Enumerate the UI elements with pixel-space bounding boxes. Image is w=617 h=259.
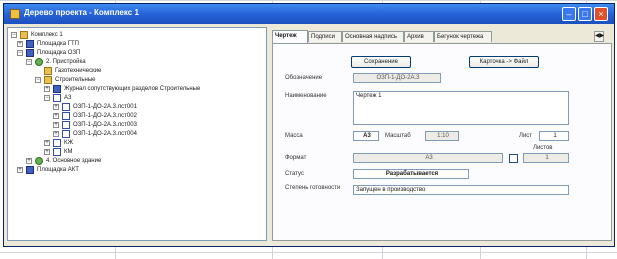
tree-node-label: ОЗП-1-ДО-2А.3.лст001	[73, 104, 137, 110]
expand-icon[interactable]: +	[44, 140, 50, 146]
tree-node-label: Газотехнические	[55, 68, 102, 74]
set-icon	[53, 139, 61, 147]
expand-icon[interactable]: +	[44, 86, 50, 92]
tab-title-block[interactable]: Основная надпись	[342, 31, 404, 42]
drawing-card: Сохранение Карточка -> Файл Обозначение …	[272, 43, 612, 241]
tab-drawing-runner[interactable]: Бегунок чертежа	[434, 31, 492, 42]
collapse-icon[interactable]: −	[26, 59, 32, 65]
readiness-field[interactable]: Запущен в производство	[353, 185, 569, 195]
tree-node-label: КЖ	[64, 140, 74, 146]
collapse-icon[interactable]: −	[11, 32, 17, 38]
status-label: Статус	[285, 171, 304, 177]
structure-icon	[35, 58, 43, 66]
designation-field[interactable]: ОЗП-1-ДО-2А.3	[353, 73, 441, 83]
tab-drawing[interactable]: Чертеж	[272, 30, 308, 43]
tree-node-label: 4. Основное здание	[46, 158, 102, 164]
tree-node-label: ОЗП-1-ДО-2А.3.лст004	[73, 131, 137, 137]
tab-scroll-arrows[interactable]: ◀▶	[594, 31, 604, 42]
tree-node-label: Площадка ОЗП	[37, 50, 81, 56]
folder-icon	[44, 76, 52, 84]
expand-icon[interactable]: +	[53, 131, 59, 137]
sheet-label: Лист	[519, 133, 533, 139]
grid-line	[0, 0, 617, 1]
collapse-icon[interactable]: −	[35, 77, 41, 83]
maximize-button[interactable]: □	[578, 7, 592, 21]
collapse-icon[interactable]: −	[44, 95, 50, 101]
expand-icon[interactable]: +	[53, 104, 59, 110]
tab-signatures[interactable]: Подписи	[308, 31, 342, 42]
scale-label: Масштаб	[385, 133, 411, 139]
scale-field[interactable]: 1:10	[425, 131, 459, 141]
tab-strip: Чертеж Подписи Основная надпись Архив Бе…	[272, 30, 612, 43]
sheet-number-field[interactable]: 1	[539, 131, 569, 141]
card-to-file-button[interactable]: Карточка -> Файл	[469, 56, 539, 68]
tree-node-label: Площадка ГТП	[37, 41, 79, 47]
sheet-format-field[interactable]: А3	[353, 131, 379, 141]
format-checkbox[interactable]	[509, 154, 518, 163]
grid-line	[0, 252, 617, 253]
tree-node-label: ОЗП-1-ДО-2А.3.лст003	[73, 122, 137, 128]
expand-icon[interactable]: +	[17, 167, 23, 173]
window-title: Дерево проекта - Комплекс 1	[24, 8, 139, 17]
project-tree[interactable]: − Комплекс 1 + Площадка ГТП − Площадка О…	[7, 27, 267, 241]
format-label: Формат	[285, 155, 307, 161]
format-field[interactable]: А3	[353, 153, 503, 163]
readiness-label: Степень готовности	[285, 185, 341, 191]
tree-node-label: Площадка АКТ	[37, 167, 79, 173]
drawing-icon	[62, 103, 70, 111]
tree-node-label: Журнал сопутствующих разделов Строительн…	[64, 86, 201, 92]
book-icon	[53, 85, 61, 93]
expand-icon[interactable]: +	[53, 122, 59, 128]
tree-node-label: КМ	[64, 149, 73, 155]
sheet-format-label: Масса	[285, 133, 303, 139]
sheets-count-field[interactable]: 1	[523, 153, 569, 163]
name-label: Наименование	[285, 93, 327, 99]
close-button[interactable]: ×	[594, 7, 608, 21]
tree-node-label: ОЗП-1-ДО-2А.3.лст002	[73, 113, 137, 119]
tree-node-label: Комплекс 1	[31, 32, 63, 38]
drawing-icon	[62, 130, 70, 138]
name-field[interactable]: Чертеж 1	[353, 91, 569, 125]
minimize-button[interactable]: –	[562, 7, 576, 21]
expand-icon[interactable]: +	[53, 113, 59, 119]
folder-icon	[44, 67, 52, 75]
building-icon	[26, 49, 34, 57]
tree-node-label: 2. Пристройка	[46, 59, 86, 65]
tree-node-label: Строительные	[55, 77, 96, 83]
title-bar[interactable]: Дерево проекта - Комплекс 1 – □ ×	[4, 4, 614, 24]
properties-pane: Чертеж Подписи Основная надпись Архив Бе…	[272, 27, 612, 241]
building-icon	[26, 166, 34, 174]
structure-icon	[35, 157, 43, 165]
status-field[interactable]: Разрабатывается	[353, 169, 469, 179]
collapse-icon[interactable]: −	[17, 50, 23, 56]
project-tree-window: Дерево проекта - Комплекс 1 – □ × − Комп…	[3, 3, 615, 247]
drawing-icon	[62, 112, 70, 120]
designation-label: Обозначение	[285, 75, 323, 81]
expand-icon[interactable]: +	[17, 41, 23, 47]
drawing-icon	[62, 121, 70, 129]
building-icon	[26, 40, 34, 48]
sheets-label: Листов	[533, 145, 553, 151]
expand-icon[interactable]: +	[26, 158, 32, 164]
tree-node-label: АЗ	[64, 95, 72, 101]
folder-icon	[20, 31, 28, 39]
save-button[interactable]: Сохранение	[351, 56, 411, 68]
tab-archive[interactable]: Архив	[404, 31, 434, 42]
expand-icon[interactable]: +	[44, 149, 50, 155]
set-icon	[53, 148, 61, 156]
app-icon	[10, 9, 20, 19]
set-icon	[53, 94, 61, 102]
